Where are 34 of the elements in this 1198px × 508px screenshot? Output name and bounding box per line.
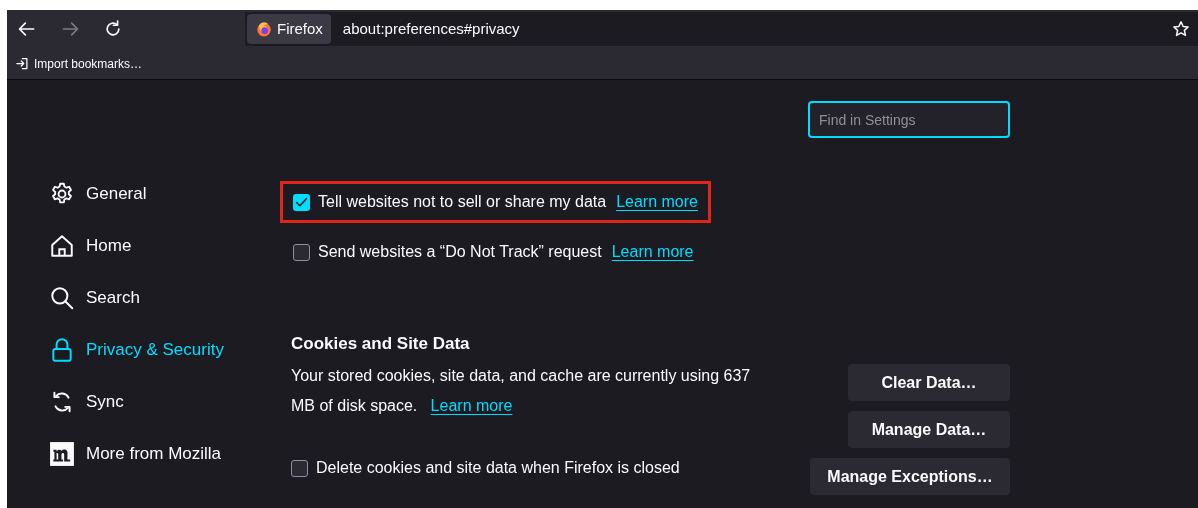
- learn-more-link[interactable]: Learn more: [616, 190, 698, 214]
- checkbox-label: Delete cookies and site data when Firefox is closed: [316, 458, 680, 478]
- bookmark-item[interactable]: Import bookmarks…: [13, 54, 145, 73]
- mozilla-m-icon: [49, 441, 75, 467]
- action-button[interactable]: Manage Data…: [848, 411, 1010, 448]
- padlock-icon: [49, 337, 75, 363]
- sidebar-item[interactable]: Home: [49, 220, 280, 272]
- learn-more-link[interactable]: Learn more: [430, 397, 513, 414]
- checkbox[interactable]: [291, 459, 308, 477]
- sidebar-item[interactable]: Sync: [49, 376, 280, 428]
- checkbox-label: Send websites a “Do Not Track” request: [318, 242, 602, 262]
- search-field[interactable]: Find in Settings: [808, 101, 1010, 138]
- sidebar-item[interactable]: Search: [49, 272, 280, 324]
- back-arrow-icon[interactable]: [17, 19, 37, 39]
- sidebar-item[interactable]: General: [49, 168, 280, 220]
- import-icon: [15, 56, 30, 71]
- home-icon: [49, 233, 75, 259]
- star-icon[interactable]: [1172, 20, 1190, 38]
- reload-icon[interactable]: [103, 19, 123, 39]
- sidebar-item[interactable]: More from Mozilla: [49, 428, 280, 480]
- learn-more-link[interactable]: Learn more: [611, 240, 694, 264]
- description-text: Your stored cookies, site data, and cache are currently using 637 MB of disk space. Learn more: [291, 366, 752, 416]
- address-bar[interactable]: Firefox about:preferences#privacy: [245, 12, 1198, 46]
- url-text: about:preferences#privacy: [342, 18, 520, 39]
- search-icon: [49, 285, 75, 311]
- action-button[interactable]: Clear Data…: [848, 364, 1010, 401]
- section-heading: Cookies and Site Data: [291, 333, 471, 355]
- checkbox[interactable]: [293, 193, 310, 211]
- sidebar-item[interactable]: Privacy & Security: [49, 324, 280, 376]
- checkbox[interactable]: [293, 243, 310, 261]
- browser-logo-icon: [255, 20, 273, 38]
- action-button[interactable]: Manage Exceptions…: [810, 458, 1010, 495]
- checkbox-label: Tell websites not to sell or share my data: [318, 192, 607, 212]
- identity-chip[interactable]: Firefox: [247, 14, 331, 44]
